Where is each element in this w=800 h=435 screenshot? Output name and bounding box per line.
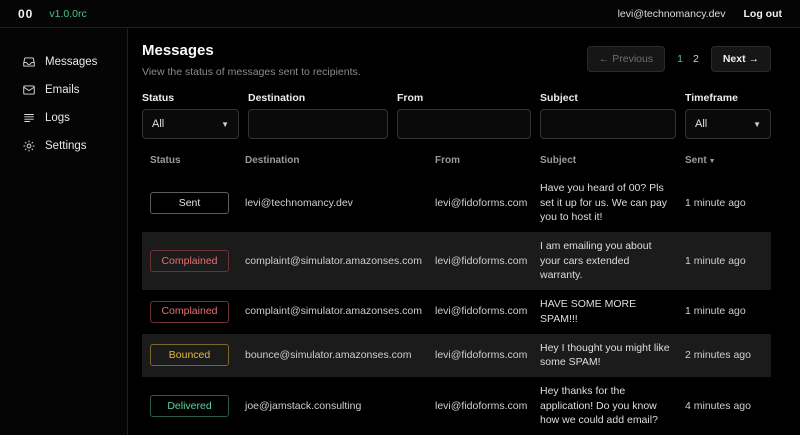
user-email: levi@technomancy.dev	[618, 8, 726, 20]
envelope-icon	[22, 83, 36, 97]
destination-cell: complaint@simulator.amazonses.com	[237, 297, 427, 326]
filter-subject: Subject	[540, 92, 676, 139]
from-cell: levi@fidoforms.com	[427, 392, 532, 421]
filter-destination: Destination	[248, 92, 388, 139]
column-header-subject[interactable]: Subject	[532, 155, 677, 166]
destination-cell: joe@jamstack.consulting	[237, 392, 427, 421]
from-cell: levi@fidoforms.com	[427, 247, 532, 276]
status-badge: Sent	[150, 192, 229, 214]
sidebar-item-messages[interactable]: Messages	[0, 50, 127, 74]
status-badge: Delivered	[150, 395, 229, 417]
status-badge: Complained	[150, 250, 229, 272]
sidebar-item-logs[interactable]: Logs	[0, 106, 127, 130]
logs-icon	[22, 111, 36, 125]
destination-input[interactable]	[248, 109, 388, 139]
from-cell: levi@fidoforms.com	[427, 189, 532, 218]
filter-from: From	[397, 92, 531, 139]
inbox-icon	[22, 55, 36, 69]
table-header: StatusDestinationFromSubjectSent ▼	[142, 149, 771, 174]
sent-cell: 1 minute ago	[677, 297, 771, 326]
sent-cell: 4 minutes ago	[677, 392, 771, 421]
sent-cell: 1 minute ago	[677, 247, 771, 276]
filter-status: Status All ▼	[142, 92, 239, 139]
column-header-from[interactable]: From	[427, 155, 532, 166]
page-title: Messages	[142, 42, 361, 59]
sort-desc-icon: ▼	[707, 158, 716, 165]
sidebar-nav: Messages Emails Logs Settings	[0, 50, 127, 158]
from-input[interactable]	[397, 109, 531, 139]
filter-label: Timeframe	[685, 92, 771, 104]
subject-input[interactable]	[540, 109, 676, 139]
status-badge: Complained	[150, 301, 229, 323]
pagination: ← Previous 12 Next →	[587, 46, 771, 72]
page-number-2[interactable]: 2	[693, 53, 699, 65]
filter-label: Destination	[248, 92, 388, 104]
column-header-sent[interactable]: Sent ▼	[677, 155, 771, 166]
filter-label: Status	[142, 92, 239, 104]
from-cell: levi@fidoforms.com	[427, 341, 532, 370]
sent-cell: 2 minutes ago	[677, 341, 771, 370]
sidebar-item-label: Logs	[45, 112, 70, 124]
filter-label: From	[397, 92, 531, 104]
table-body: Sent levi@technomancy.dev levi@fidoforms…	[142, 174, 771, 435]
filter-selected-value: All	[152, 118, 164, 130]
subject-cell: Hey I thought you might like some SPAM!	[532, 334, 677, 377]
sidebar-item-emails[interactable]: Emails	[0, 78, 127, 102]
destination-cell: bounce@simulator.amazonses.com	[237, 341, 427, 370]
table-row[interactable]: Bounced bounce@simulator.amazonses.com l…	[142, 334, 771, 377]
subject-cell: Hey thanks for the application! Do you k…	[532, 377, 677, 435]
column-header-status[interactable]: Status	[142, 155, 237, 166]
previous-page-button[interactable]: ← Previous	[587, 46, 665, 72]
topbar: 00 v1.0.0rc levi@technomancy.dev Log out	[0, 0, 800, 28]
app-logo: 00	[18, 7, 33, 21]
page-subtitle: View the status of messages sent to reci…	[142, 66, 361, 78]
page-numbers: 12	[677, 53, 699, 65]
filter-selected-value: All	[695, 118, 707, 130]
main-content: Messages View the status of messages sen…	[128, 28, 800, 435]
sidebar-item-label: Emails	[45, 84, 80, 96]
table-row[interactable]: Sent levi@technomancy.dev levi@fidoforms…	[142, 174, 771, 232]
from-cell: levi@fidoforms.com	[427, 297, 532, 326]
filter-timeframe: Timeframe All ▼	[685, 92, 771, 139]
gear-icon	[22, 139, 36, 153]
next-page-button[interactable]: Next →	[711, 46, 771, 72]
subject-cell: HAVE SOME MORE SPAM!!!	[532, 290, 677, 333]
sidebar: Messages Emails Logs Settings	[0, 28, 128, 435]
version-label: v1.0.0rc	[49, 8, 86, 20]
table-row[interactable]: Delivered joe@jamstack.consulting levi@f…	[142, 377, 771, 435]
sidebar-item-label: Messages	[45, 56, 97, 68]
status-badge: Bounced	[150, 344, 229, 366]
column-header-destination[interactable]: Destination	[237, 155, 427, 166]
destination-cell: complaint@simulator.amazonses.com	[237, 247, 427, 276]
messages-table: StatusDestinationFromSubjectSent ▼ Sent …	[142, 149, 771, 435]
destination-cell: levi@technomancy.dev	[237, 189, 427, 218]
subject-cell: I am emailing you about your cars extend…	[532, 232, 677, 290]
subject-cell: Have you heard of 00? Pls set it up for …	[532, 174, 677, 232]
sent-cell: 1 minute ago	[677, 189, 771, 218]
filter-label: Subject	[540, 92, 676, 104]
table-row[interactable]: Complained complaint@simulator.amazonses…	[142, 232, 771, 290]
chevron-down-icon: ▼	[753, 120, 761, 129]
sidebar-item-label: Settings	[45, 140, 87, 152]
page-number-1[interactable]: 1	[677, 53, 683, 65]
chevron-down-icon: ▼	[221, 120, 229, 129]
filters-bar: Status All ▼ Destination From Subject Ti…	[142, 92, 771, 139]
logout-button[interactable]: Log out	[744, 8, 782, 20]
timeframe-select[interactable]: All ▼	[685, 109, 771, 139]
sidebar-item-settings[interactable]: Settings	[0, 134, 127, 158]
status-select[interactable]: All ▼	[142, 109, 239, 139]
table-row[interactable]: Complained complaint@simulator.amazonses…	[142, 290, 771, 333]
